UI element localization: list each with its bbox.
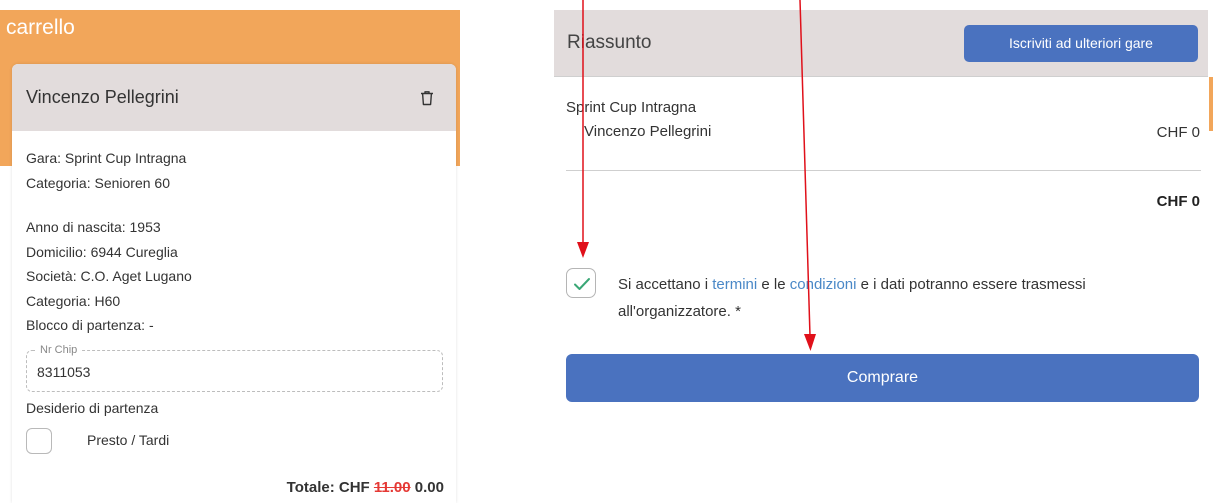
cart-entry-details: Gara: Sprint Cup Intragna Categoria: Sen… — [12, 131, 456, 454]
summary-title: Riassunto — [567, 32, 652, 53]
detail-anno: Anno di nascita: 1953 — [26, 219, 161, 235]
cart-total: Totale: CHF 11.00 0.00 — [287, 479, 444, 496]
start-wish-option-label: Presto / Tardi — [87, 432, 170, 449]
chip-number-field[interactable]: Nr Chip 8311053 — [26, 342, 443, 392]
trash-icon[interactable] — [420, 90, 434, 106]
participant-name: Vincenzo Pellegrini — [26, 87, 179, 107]
summary-header: Riassunto Iscriviti ad ulteriori gare — [554, 10, 1208, 77]
detail-blocco: Blocco di partenza: - — [26, 317, 154, 333]
detail-categoria-gara: Categoria: Senioren 60 — [26, 174, 170, 191]
check-icon — [574, 278, 590, 290]
detail-categoria: Categoria: H60 — [26, 292, 121, 309]
summary-line-price: CHF 0 — [1156, 124, 1200, 141]
summary-panel: Riassunto Iscriviti ad ulteriori gare Sp… — [554, 10, 1208, 503]
summary-person: Vincenzo Pellegrini — [584, 123, 712, 140]
detail-gara: Gara: Sprint Cup Intragna — [26, 150, 187, 166]
terms-text-part: e le — [757, 276, 790, 293]
total-prefix: Totale: CHF — [286, 479, 370, 496]
buy-button[interactable]: Comprare — [566, 354, 1199, 402]
register-more-button[interactable]: Iscriviti ad ulteriori gare — [964, 24, 1198, 62]
detail-societa: Società: C.O. Aget Lugano — [26, 268, 192, 284]
summary-right-edge — [1209, 77, 1213, 131]
start-wish-checkbox[interactable] — [26, 427, 52, 454]
terms-link[interactable]: termini — [712, 276, 757, 293]
start-wish-option[interactable]: Presto / Tardi — [26, 427, 442, 454]
cart-entry-header: Vincenzo Pellegrini — [12, 64, 456, 131]
terms-text-part: Si accettano i — [618, 276, 713, 293]
detail-domicilio: Domicilio: 6944 Cureglia — [26, 243, 178, 260]
total-new-price: 0.00 — [414, 479, 444, 496]
accept-terms-text: Si accettano i termini e le condizioni e… — [618, 271, 1178, 325]
chip-field-value[interactable]: 8311053 — [37, 363, 90, 381]
start-wish-label: Desiderio di partenza — [26, 399, 159, 416]
summary-event: Sprint Cup Intragna — [566, 99, 697, 116]
total-old-price: 11.00 — [373, 479, 411, 496]
accept-terms-checkbox[interactable] — [566, 268, 596, 298]
cart-title: carrello — [6, 16, 75, 39]
cart-entry-card: Vincenzo Pellegrini Gara: Sprint Cup Int… — [12, 64, 456, 503]
conditions-link[interactable]: condizioni — [790, 276, 857, 293]
summary-divider — [566, 170, 1201, 171]
summary-total: CHF 0 — [1156, 193, 1200, 210]
chip-field-label: Nr Chip — [37, 342, 81, 357]
